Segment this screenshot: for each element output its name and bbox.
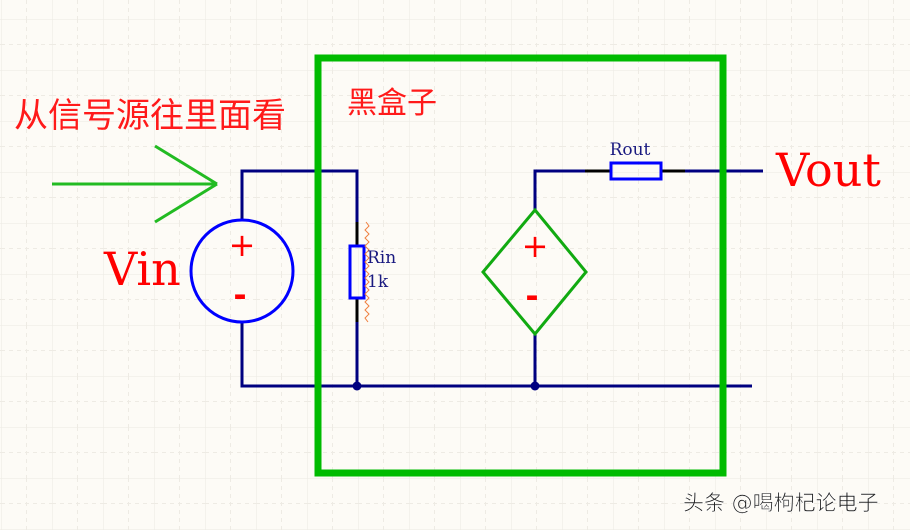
look-in-label: 从信号源往里面看	[14, 96, 286, 136]
watermark: 头条 @喝枸杞论电子	[683, 491, 879, 515]
rout-name-label: Rout	[610, 140, 651, 160]
rin-value-label: 1k	[367, 272, 389, 292]
vin-label: Vin	[103, 242, 181, 296]
dep-minus-sign: -	[525, 277, 538, 315]
black-box-label: 黑盒子	[347, 86, 437, 121]
vin-plus-sign: +	[229, 226, 256, 264]
schematic-canvas: + - Rin 1k + - Rout 从信号源往里面看 黑盒子 Vin Vou…	[0, 0, 910, 530]
rin-name-label: Rin	[367, 248, 396, 268]
junction-dot	[352, 381, 362, 391]
vout-label: Vout	[775, 143, 881, 197]
dep-plus-sign: +	[522, 227, 549, 265]
vin-minus-sign: -	[233, 276, 246, 314]
junction-dot	[530, 381, 540, 391]
